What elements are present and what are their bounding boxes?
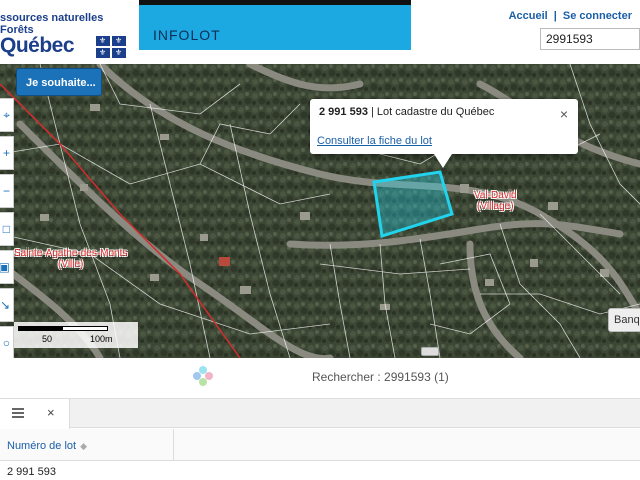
list-icon — [12, 408, 24, 418]
layers-icon[interactable]: ▣ — [0, 250, 14, 284]
table-row[interactable]: 2 991 593 — [0, 462, 640, 480]
popup-title: 2 991 593 | Lot cadastre du Québec — [319, 106, 494, 118]
lot-popup: 2 991 593 | Lot cadastre du Québec Consu… — [310, 99, 578, 168]
logo-ministry-line: ssources naturelles — [0, 12, 104, 24]
info-icon[interactable]: ○ — [0, 326, 14, 358]
zoom-out-icon[interactable]: − — [0, 174, 14, 208]
popup-lot-number: 2 991 593 — [319, 106, 368, 118]
map-view[interactable]: Je souhaite... ⌖ + − □ ▣ ↘ ○ 2 991 593 |… — [0, 64, 640, 358]
popup-close-icon[interactable]: × — [560, 106, 568, 122]
popup-lot-type: | Lot cadastre du Québec — [371, 106, 495, 118]
header: ssources naturelles Forêts Québec ⚜ ⚜ ⚜ ⚜ … — [0, 0, 640, 64]
scale-bar-graphic — [18, 326, 108, 331]
results-tabbar: × — [0, 398, 640, 429]
top-links: Accueil | Se connecter — [509, 10, 632, 22]
link-separator: | — [553, 10, 557, 22]
logo-wordmark: Québec — [0, 34, 75, 57]
je-souhaite-button[interactable]: Je souhaite... — [16, 68, 102, 96]
login-link[interactable]: Se connecter — [563, 10, 632, 22]
column-header-lot-number[interactable]: Numéro de lot ◆ — [0, 429, 174, 461]
banq-layer-button[interactable]: Banq — [608, 308, 640, 332]
results-tab[interactable]: × — [0, 399, 70, 429]
lot-search-input[interactable] — [540, 28, 640, 50]
results-table: Numéro de lot ◆ 2 991 593 — [0, 429, 640, 480]
tab-close-icon[interactable]: × — [47, 405, 55, 420]
map-tools: ⌖ + − □ ▣ ↘ ○ — [0, 98, 14, 358]
val-david-label: Val-David (Village) — [474, 190, 517, 212]
banner-top-strip — [139, 0, 411, 5]
fleur-de-lis-flag-icon: ⚜ ⚜ ⚜ ⚜ — [96, 36, 126, 58]
zoom-in-icon[interactable]: + — [0, 136, 14, 170]
app-banner: INFOLOT — [139, 0, 411, 50]
map-resize-handle[interactable] — [421, 347, 439, 356]
locate-icon[interactable]: ⌖ — [0, 98, 14, 132]
lot-details-link[interactable]: Consulter la fiche du lot — [317, 135, 432, 147]
search-result-text: Rechercher : 2991593 (1) — [312, 370, 449, 384]
draw-square-icon[interactable]: □ — [0, 212, 14, 246]
measure-icon[interactable]: ↘ — [0, 288, 14, 322]
loading-spinner-icon — [193, 366, 213, 386]
quebec-logo[interactable]: ssources naturelles Forêts Québec ⚜ ⚜ ⚜ ⚜ — [0, 8, 132, 58]
sort-icon[interactable]: ◆ — [80, 441, 87, 451]
lot-number-cell: 2 991 593 — [7, 466, 56, 478]
scale-end-label: 100m — [90, 334, 113, 344]
home-link[interactable]: Accueil — [509, 10, 548, 22]
scale-bar: 50 100m — [14, 322, 138, 348]
table-header-row: Numéro de lot ◆ — [0, 429, 640, 461]
sainte-agathe-label: Sainte-Agathe-des-Monts (Ville) — [14, 248, 128, 270]
app-title: INFOLOT — [153, 27, 221, 43]
scale-mid-label: 50 — [42, 334, 53, 344]
